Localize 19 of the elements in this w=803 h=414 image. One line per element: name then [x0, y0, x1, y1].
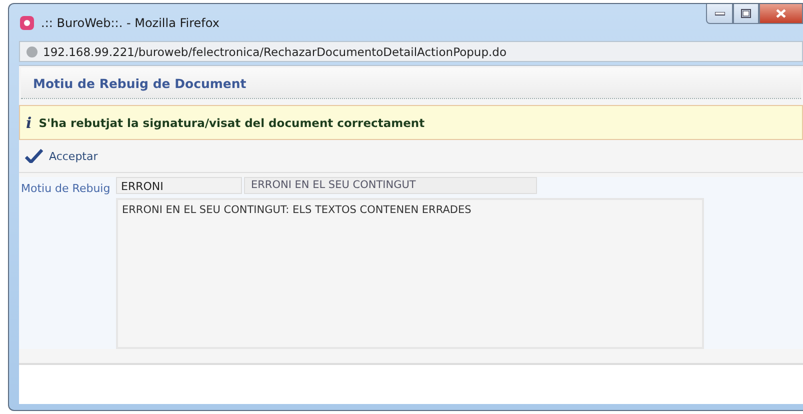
close-button[interactable]	[759, 4, 803, 24]
maximize-icon	[741, 9, 751, 18]
close-icon	[775, 8, 787, 19]
minimize-button[interactable]	[706, 4, 733, 24]
url-text: 192.168.99.221/buroweb/felectronica/RechazarDocumentoDetailActionPopup.do	[43, 44, 507, 58]
message-text: S'ha rebutjat la signatura/visat del document correctament	[38, 116, 425, 130]
info-icon: i	[26, 114, 32, 132]
accept-button[interactable]: Acceptar	[23, 149, 100, 163]
description-field[interactable]: ERRONI EN EL SEU CONTINGUT	[244, 177, 537, 194]
maximize-button[interactable]	[733, 4, 759, 24]
code-field[interactable]: ERRONI	[116, 177, 242, 194]
window-title: .:: BuroWeb::. - Mozilla Firefox	[41, 16, 220, 30]
panel-title: Motiu de Rebuig de Document	[33, 76, 246, 90]
comment-textarea[interactable]: ERRONI EN EL SEU CONTINGUT: ELS TEXTOS CONTENEN ERRADES	[116, 198, 704, 349]
app-logo-icon	[19, 14, 35, 30]
address-bar[interactable]: 192.168.99.221/buroweb/felectronica/RechazarDocumentoDetailActionPopup.do	[19, 41, 803, 62]
checkmark-icon	[25, 149, 43, 163]
field-label: Motiu de Rebuig	[19, 177, 116, 349]
minimize-icon	[714, 12, 724, 16]
